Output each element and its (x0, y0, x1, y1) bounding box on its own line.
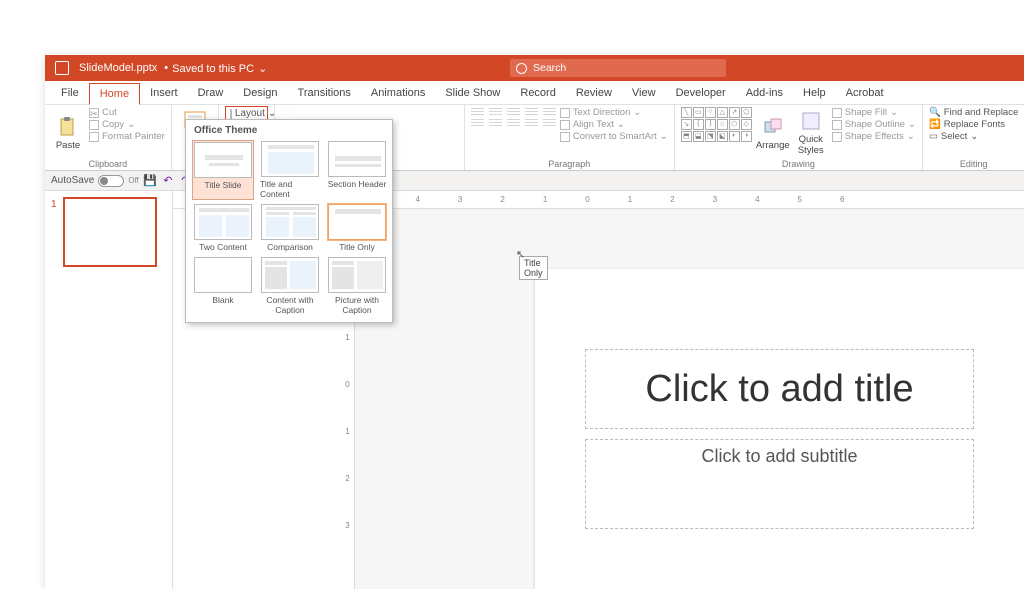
layout-option-content-caption[interactable]: Content with Caption (259, 256, 321, 316)
tab-developer[interactable]: Developer (666, 83, 736, 103)
slide-thumbnail-panel: 1 (45, 191, 173, 589)
convert-smartart-button[interactable]: Convert to SmartArt ⌄ (560, 131, 668, 142)
undo-icon[interactable]: ↶ (161, 174, 175, 188)
layout-dropdown: Office Theme Title Slide Title and Conte… (185, 119, 393, 323)
layout-dropdown-heading: Office Theme (194, 125, 386, 136)
subtitle-placeholder[interactable]: Click to add subtitle (585, 439, 974, 529)
tab-design[interactable]: Design (233, 83, 287, 103)
replace-button[interactable]: 🔁Replace Fonts (929, 119, 1018, 130)
paste-button[interactable]: Paste (51, 107, 85, 159)
layout-option-picture-caption[interactable]: Picture with Caption (326, 256, 388, 316)
tab-home[interactable]: Home (89, 83, 140, 105)
find-icon: 🔍 (929, 107, 941, 118)
group-editing: 🔍Find and Replace 🔁Replace Fonts ▭Select… (923, 105, 1024, 170)
align-left-icon[interactable] (471, 118, 484, 127)
copy-icon (89, 120, 99, 130)
tab-animations[interactable]: Animations (361, 83, 435, 103)
group-paragraph: Text Direction ⌄ Align Text ⌄ Convert to… (465, 105, 675, 170)
layout-option-title-content[interactable]: Title and Content (259, 140, 321, 200)
tab-help[interactable]: Help (793, 83, 836, 103)
select-icon: ▭ (929, 131, 938, 142)
autosave-toggle[interactable] (98, 175, 124, 187)
replace-icon: 🔁 (929, 119, 941, 130)
layout-option-blank[interactable]: Blank (192, 256, 254, 316)
slide-thumbnail-1[interactable]: 1 (63, 197, 157, 267)
arrange-button[interactable]: Arrange (756, 107, 790, 159)
quick-styles-icon (800, 110, 822, 132)
format-painter-button[interactable]: Format Painter (89, 131, 165, 142)
tab-slideshow[interactable]: Slide Show (435, 83, 510, 103)
tab-addins[interactable]: Add-ins (736, 83, 793, 103)
tab-file[interactable]: File (51, 83, 89, 103)
group-drawing: ╲▭○△↗⬠ ↘{}☆⬡◇ ⬒⬓⬔⬕◐◑ Arrange Quick Style… (675, 105, 923, 170)
ribbon-tabs: File Home Insert Draw Design Transitions… (45, 81, 1024, 105)
paste-icon (57, 116, 79, 138)
align-text-button[interactable]: Align Text ⌄ (560, 119, 668, 130)
layout-option-section-header[interactable]: Section Header (326, 140, 388, 200)
copy-button[interactable]: Copy ⌄ (89, 119, 165, 130)
smartart-icon (560, 132, 570, 142)
shape-outline-icon (832, 120, 842, 130)
find-button[interactable]: 🔍Find and Replace (929, 107, 1018, 118)
title-placeholder[interactable]: Click to add title (585, 349, 974, 429)
tab-view[interactable]: View (622, 83, 666, 103)
tab-draw[interactable]: Draw (188, 83, 234, 103)
cursor-icon: ↖ (516, 248, 525, 261)
layout-option-comparison[interactable]: Comparison (259, 203, 321, 253)
shape-outline-button[interactable]: Shape Outline ⌄ (832, 119, 916, 130)
shape-effects-icon (832, 132, 842, 142)
search-input[interactable]: Search (510, 59, 726, 77)
select-button[interactable]: ▭Select ⌄ (929, 131, 1018, 142)
tab-acrobat[interactable]: Acrobat (836, 83, 894, 103)
cut-icon: ✂ (89, 108, 99, 118)
app-logo-icon (55, 61, 69, 75)
layout-option-title-only[interactable]: Title Only (326, 203, 388, 253)
text-direction-icon (560, 108, 570, 118)
ribbon: Paste ✂Cut Copy ⌄ Format Painter Clipboa… (45, 105, 1024, 171)
autosave-state: Off (128, 176, 139, 185)
slide-canvas[interactable]: Click to add title Click to add subtitle (535, 269, 1024, 589)
saved-status[interactable]: Saved to this PC (172, 62, 267, 75)
shape-fill-button[interactable]: Shape Fill ⌄ (832, 107, 916, 118)
autosave-label: AutoSave (51, 175, 94, 186)
bullets-icon[interactable] (471, 107, 484, 116)
layout-icon (230, 109, 232, 119)
group-clipboard: Paste ✂Cut Copy ⌄ Format Painter Clipboa… (45, 105, 172, 170)
save-icon[interactable]: 💾 (143, 174, 157, 188)
text-direction-button[interactable]: Text Direction ⌄ (560, 107, 668, 118)
shapes-gallery[interactable]: ╲▭○△↗⬠ ↘{}☆⬡◇ ⬒⬓⬔⬕◐◑ (681, 107, 752, 159)
slide-number: 1 (51, 199, 57, 210)
tab-review[interactable]: Review (566, 83, 622, 103)
tab-transitions[interactable]: Transitions (288, 83, 361, 103)
shape-effects-button[interactable]: Shape Effects ⌄ (832, 131, 916, 142)
tab-record[interactable]: Record (510, 83, 565, 103)
document-filename: SlideModel.pptx (79, 62, 157, 74)
arrange-icon (762, 116, 784, 138)
shape-fill-icon (832, 108, 842, 118)
tab-insert[interactable]: Insert (140, 83, 188, 103)
align-text-icon (560, 120, 570, 130)
layout-option-two-content[interactable]: Two Content (192, 203, 254, 253)
title-bar: SlideModel.pptx • Saved to this PC Searc… (45, 55, 1024, 81)
search-placeholder: Search (533, 62, 566, 74)
layout-option-title-slide[interactable]: Title Slide (192, 140, 254, 200)
cut-button[interactable]: ✂Cut (89, 107, 165, 118)
quick-styles-button[interactable]: Quick Styles (794, 107, 828, 159)
brush-icon (89, 132, 99, 142)
